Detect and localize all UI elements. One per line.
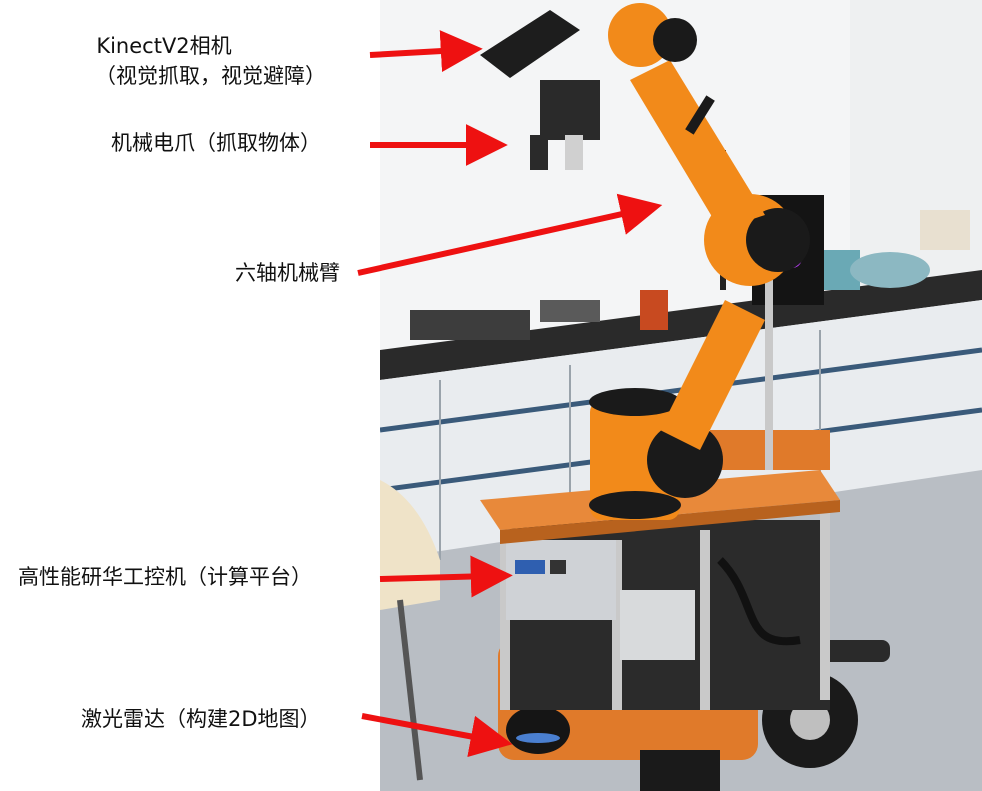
computer-port [515,560,545,574]
label-lidar: 激光雷达（构建2D地图） [81,707,321,731]
label-camera-name: KinectV2相机 [96,34,232,58]
annotated-robot-figure: KinectV2相机 （视觉抓取，视觉避障） 机械电爪（抓取物体） 六轴机械臂 … [0,0,982,791]
arm-base-cap [589,388,681,416]
bench-box [920,210,970,250]
arm-base-ring [589,491,681,519]
frame-post-3 [700,530,710,710]
label-arm: 六轴机械臂 [235,261,340,285]
bench-bottle [640,290,668,330]
bench-equipment-1 [410,310,530,340]
bench-equipment-2 [540,300,600,322]
gripper-finger-left [530,135,548,170]
gripper-finger-right [565,135,583,170]
lidar-sensor [506,706,570,754]
arm-wrist-cap [653,18,697,62]
computer-port-2 [550,560,566,574]
mast [765,280,773,470]
gripper-body [540,80,600,140]
bench-gloves [850,252,930,288]
lidar-ring [516,733,560,743]
industrial-computer [506,540,616,620]
robot-photo [380,0,982,791]
label-camera-purpose: （视觉抓取，视觉避障） [95,64,326,88]
label-computer: 高性能研华工控机（计算平台） [18,565,312,589]
frame-post-4 [820,510,830,700]
robot-wheel-front [640,750,720,791]
label-gripper: 机械电爪（抓取物体） [111,131,321,155]
power-supply [620,590,695,660]
